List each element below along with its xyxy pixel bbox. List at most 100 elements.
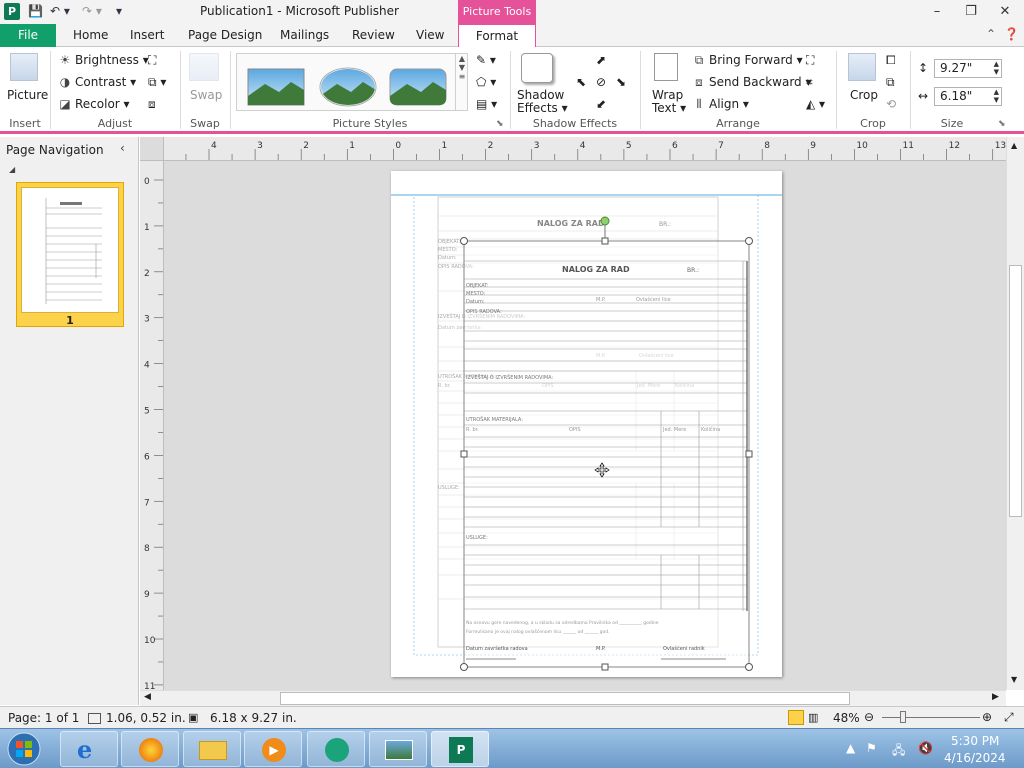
align-button[interactable]: ⫴ Align ▾ [692, 97, 748, 112]
brightness-button[interactable]: ☀ Brightness ▾ [58, 53, 149, 67]
width-spinner-icon[interactable]: ▲ ▼ [994, 88, 999, 104]
resize-handle-e[interactable] [745, 450, 753, 458]
tab-insert[interactable]: Insert [130, 24, 164, 47]
scroll-left-icon[interactable]: ◀ [144, 692, 151, 702]
shadow-effects-icon[interactable] [521, 53, 553, 83]
resize-handle-n[interactable] [601, 237, 609, 245]
start-button[interactable] [4, 731, 44, 767]
taskbar-app[interactable] [307, 731, 365, 767]
nudge-shadow-down-icon[interactable]: ⬋ [596, 97, 606, 111]
close-button[interactable]: ✕ [990, 2, 1020, 22]
wrap-text-button-line2[interactable]: Text ▾ [652, 101, 686, 115]
nudge-shadow-left-icon[interactable]: ⬉ [576, 75, 586, 89]
minimize-button[interactable]: – [922, 2, 952, 22]
recolor-button[interactable]: ◪ Recolor ▾ [58, 97, 129, 111]
picture-style-rounded[interactable] [387, 64, 449, 110]
vertical-scrollbar[interactable]: ▲ ▼ [1006, 137, 1024, 690]
picture-style-rectangle[interactable] [245, 64, 307, 110]
shadow-on-off-icon[interactable]: ⊘ [596, 75, 606, 89]
rotation-handle[interactable] [600, 216, 610, 226]
publication-page[interactable]: NALOG ZA RAD BR.: OBJEKAT: MESTO: Datum:… [391, 171, 782, 677]
horizontal-scroll-thumb[interactable] [280, 692, 850, 705]
fill-icon[interactable]: ⧉ [886, 75, 895, 90]
zoom-level[interactable]: 48% [833, 711, 860, 725]
taskbar-file-explorer[interactable] [183, 731, 241, 767]
two-page-view-icon[interactable]: ▥ [808, 711, 818, 724]
zoom-slider-track[interactable] [882, 717, 980, 718]
customize-quick-access-icon[interactable]: ▾ [116, 4, 122, 18]
zoom-out-icon[interactable]: ⊖ [864, 710, 874, 724]
wrap-text-icon[interactable] [654, 53, 678, 81]
caption-icon[interactable]: ▤ ▾ [476, 97, 497, 111]
clock-time[interactable]: 5:30 PM [951, 734, 999, 748]
scroll-up-icon[interactable]: ▲ [1011, 141, 1017, 150]
taskbar-publisher[interactable]: P [431, 731, 489, 767]
taskbar-internet-explorer[interactable]: e [60, 731, 118, 767]
single-page-view-icon[interactable] [788, 710, 804, 725]
save-icon[interactable]: 💾 [28, 4, 43, 18]
taskbar-media-player[interactable]: ▶ [244, 731, 302, 767]
tab-review[interactable]: Review [352, 24, 395, 47]
fit-icon[interactable]: ⧠ [886, 53, 896, 68]
zoom-in-icon[interactable]: ⊕ [982, 710, 992, 724]
dialog-launcher-icon[interactable]: ⬊ [496, 119, 504, 129]
contrast-button[interactable]: ◑ Contrast ▾ [58, 75, 136, 89]
nudge-shadow-up-icon[interactable]: ⬈ [596, 53, 606, 67]
redo-icon[interactable]: ↷ ▾ [82, 4, 102, 18]
horizontal-scrollbar[interactable]: ◀ ▶ [140, 690, 1006, 706]
resize-handle-ne[interactable] [745, 237, 753, 245]
rotate-icon[interactable]: ◭ ▾ [806, 97, 825, 111]
tab-mailings[interactable]: Mailings [280, 24, 329, 47]
publisher-logo-icon[interactable]: P [4, 3, 20, 20]
crop-button[interactable]: Crop [850, 88, 878, 102]
wrap-text-button[interactable]: Wrap [652, 88, 683, 102]
undo-icon[interactable]: ↶ ▾ [50, 4, 70, 18]
workspace[interactable]: NALOG ZA RAD BR.: OBJEKAT: MESTO: Datum:… [164, 161, 1006, 690]
zoom-slider-thumb[interactable] [900, 711, 906, 723]
vertical-ruler[interactable]: 0 1 2 3 4 5 6 7 8 9 10 11 [140, 161, 164, 690]
picture-border-icon[interactable]: ✎ ▾ [476, 53, 496, 67]
tab-page-design[interactable]: Page Design [188, 24, 262, 47]
page-indicator[interactable]: Page: 1 of 1 [8, 711, 79, 725]
ungroup-objects-icon[interactable]: ⌗ [806, 75, 813, 90]
tab-home[interactable]: Home [73, 24, 108, 47]
picture-style-oval[interactable] [317, 64, 379, 110]
scroll-down-icon[interactable]: ▼ [1011, 675, 1017, 684]
volume-muted-icon[interactable]: 🔇 [918, 741, 933, 755]
collapse-pane-icon[interactable]: ‹ [120, 141, 125, 155]
shadow-effects-button[interactable]: Shadow [517, 88, 564, 102]
fit-page-icon[interactable]: ⤢ [1004, 710, 1014, 725]
picture-shape-icon[interactable]: ⬠ ▾ [476, 75, 496, 89]
resize-handle-sw[interactable] [460, 663, 468, 671]
send-backward-button[interactable]: ⧈ Send Backward ▾ [692, 75, 811, 90]
resize-handle-se[interactable] [745, 663, 753, 671]
nudge-shadow-right-icon[interactable]: ⬊ [616, 75, 626, 89]
show-hidden-icons-icon[interactable]: ▲ [846, 741, 855, 755]
scroll-right-icon[interactable]: ▶ [992, 692, 999, 702]
shadow-effects-button-line2[interactable]: Effects ▾ [517, 101, 568, 115]
gallery-scroll[interactable]: ▲ ▼ ≡ [455, 54, 468, 110]
expand-section-icon[interactable]: ◢ [9, 165, 15, 174]
picture-icon[interactable] [10, 53, 38, 81]
horizontal-ruler[interactable]: 4 3 2 1 0 1 2 3 4 5 6 7 8 9 10 11 12 13 [164, 137, 1006, 161]
tab-format[interactable]: Format [458, 24, 536, 48]
front-form[interactable] [463, 240, 750, 668]
clock-date[interactable]: 4/16/2024 [944, 751, 1006, 765]
resize-handle-nw[interactable] [460, 237, 468, 245]
clear-crop-icon[interactable]: ⟲ [886, 97, 896, 111]
crop-icon[interactable] [848, 53, 876, 81]
tab-view[interactable]: View [416, 24, 444, 47]
action-center-flag-icon[interactable]: ⚑ [866, 741, 877, 755]
size-dialog-launcher-icon[interactable]: ⬊ [998, 119, 1006, 129]
resize-handle-s[interactable] [601, 663, 609, 671]
network-icon[interactable]: 🖧 [892, 741, 905, 762]
page-thumbnail[interactable]: 1 [16, 182, 124, 327]
vertical-scroll-thumb[interactable] [1009, 265, 1022, 517]
restore-button[interactable]: ❐ [956, 2, 986, 22]
shape-width-input[interactable]: 6.18" ▲ ▼ [934, 87, 1002, 106]
picture-button[interactable]: Picture [7, 88, 48, 102]
compress-pictures-icon[interactable]: ⛶ [148, 53, 156, 68]
shape-height-input[interactable]: 9.27" ▲ ▼ [934, 59, 1002, 78]
help-icon[interactable]: ❓ [1004, 27, 1019, 41]
reset-picture-icon[interactable]: ⧈ [148, 97, 156, 112]
